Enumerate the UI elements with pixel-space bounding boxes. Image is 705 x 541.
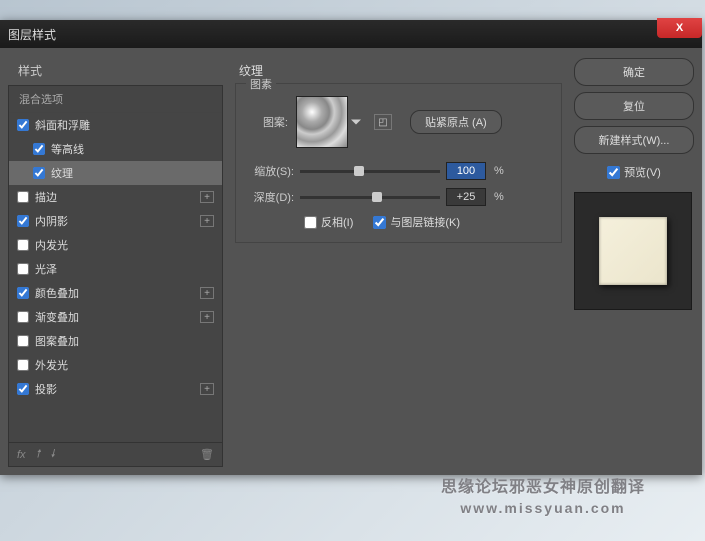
style-item-5[interactable]: 内发光 — [9, 233, 222, 257]
depth-slider[interactable] — [300, 196, 440, 199]
style-item-1[interactable]: 等高线 — [9, 137, 222, 161]
style-item-0[interactable]: 斜面和浮雕 — [9, 113, 222, 137]
snap-origin-button[interactable]: 贴紧原点 (A) — [410, 110, 502, 134]
add-effect-icon[interactable]: + — [200, 287, 214, 299]
style-item-7[interactable]: 颜色叠加 + — [9, 281, 222, 305]
style-label: 纹理 — [51, 165, 73, 181]
style-checkbox[interactable] — [17, 215, 29, 227]
depth-unit: % — [494, 191, 504, 203]
fx-icon[interactable]: fx — [17, 449, 26, 461]
style-item-3[interactable]: 描边 + — [9, 185, 222, 209]
elements-fieldset: 图素 图案: ◰ 贴紧原点 (A) 缩放(S): % 深度(D): — [235, 83, 562, 243]
invert-checkbox[interactable]: 反相(I) — [304, 214, 353, 230]
link-layer-checkbox[interactable]: 与图层链接(K) — [373, 214, 460, 230]
style-label: 光泽 — [35, 261, 57, 277]
style-label: 外发光 — [35, 357, 68, 373]
dialog-content: 样式 混合选项 斜面和浮雕等高线纹理描边+内阴影+内发光光泽颜色叠加+渐变叠加+… — [0, 48, 702, 475]
watermark: 思缘论坛邪恶女神原创翻译 www.missyuan.com — [441, 477, 645, 519]
style-checkbox[interactable] — [17, 263, 29, 275]
trash-icon[interactable]: 🗑 — [200, 448, 214, 461]
style-checkbox[interactable] — [17, 191, 29, 203]
depth-row: 深度(D): % — [246, 188, 551, 206]
preview-box — [574, 192, 692, 310]
depth-input[interactable] — [446, 188, 486, 206]
pattern-row: 图案: ◰ 贴紧原点 (A) — [246, 96, 551, 148]
style-label: 投影 — [35, 381, 57, 397]
style-label: 图案叠加 — [35, 333, 79, 349]
style-checkbox[interactable] — [17, 287, 29, 299]
style-item-9[interactable]: 图案叠加 — [9, 329, 222, 353]
style-checkbox[interactable] — [17, 119, 29, 131]
titlebar: 图层样式 X — [0, 20, 702, 48]
style-item-11[interactable]: 投影 + — [9, 377, 222, 401]
new-style-button[interactable]: 新建样式(W)... — [574, 126, 694, 154]
add-effect-icon[interactable]: + — [200, 215, 214, 227]
fieldset-label: 图素 — [246, 76, 276, 92]
panel-title: 纹理 — [235, 60, 562, 81]
style-label: 渐变叠加 — [35, 309, 79, 325]
style-label: 颜色叠加 — [35, 285, 79, 301]
style-item-4[interactable]: 内阴影 + — [9, 209, 222, 233]
arrow-down-icon[interactable]: 🠗 — [50, 445, 55, 464]
style-item-2[interactable]: 纹理 — [9, 161, 222, 185]
style-checkbox[interactable] — [33, 167, 45, 179]
layer-style-dialog: 图层样式 X 样式 混合选项 斜面和浮雕等高线纹理描边+内阴影+内发光光泽颜色叠… — [0, 20, 702, 475]
style-label: 等高线 — [51, 141, 84, 157]
scale-label: 缩放(S): — [246, 163, 294, 179]
options-row: 反相(I) 与图层链接(K) — [246, 214, 551, 230]
style-label: 内阴影 — [35, 213, 68, 229]
style-checkbox[interactable] — [33, 143, 45, 155]
pattern-picker[interactable] — [296, 96, 348, 148]
style-label: 斜面和浮雕 — [35, 117, 90, 133]
style-checkbox[interactable] — [17, 335, 29, 347]
styles-header: 样式 — [8, 56, 223, 85]
scale-slider[interactable] — [300, 170, 440, 173]
add-effect-icon[interactable]: + — [200, 311, 214, 323]
action-panel: 确定 复位 新建样式(W)... 预览(V) — [574, 56, 694, 467]
styles-panel: 样式 混合选项 斜面和浮雕等高线纹理描边 + 内阴影 + 内发光光泽颜色叠加 + 渐变叠加 +… — [8, 56, 223, 467]
pattern-label: 图案: — [246, 114, 288, 130]
styles-footer: fx 🠕 🠗 🗑 — [8, 443, 223, 467]
ok-button[interactable]: 确定 — [574, 58, 694, 86]
close-button[interactable]: X — [657, 18, 702, 38]
scale-unit: % — [494, 165, 504, 177]
window-title: 图层样式 — [8, 26, 56, 43]
style-checkbox[interactable] — [17, 311, 29, 323]
style-item-8[interactable]: 渐变叠加 + — [9, 305, 222, 329]
preview-swatch — [599, 217, 667, 285]
add-effect-icon[interactable]: + — [200, 191, 214, 203]
style-checkbox[interactable] — [17, 359, 29, 371]
scale-row: 缩放(S): % — [246, 162, 551, 180]
cancel-button[interactable]: 复位 — [574, 92, 694, 120]
arrow-up-icon[interactable]: 🠕 — [36, 445, 41, 464]
preview-checkbox[interactable]: 预览(V) — [574, 164, 694, 180]
blend-options-header[interactable]: 混合选项 — [9, 86, 222, 113]
depth-label: 深度(D): — [246, 189, 294, 205]
style-label: 描边 — [35, 189, 57, 205]
add-effect-icon[interactable]: + — [200, 383, 214, 395]
style-item-10[interactable]: 外发光 — [9, 353, 222, 377]
style-checkbox[interactable] — [17, 239, 29, 251]
style-list: 混合选项 斜面和浮雕等高线纹理描边 + 内阴影 + 内发光光泽颜色叠加 + 渐变叠加 + 图案叠… — [8, 85, 223, 443]
style-item-6[interactable]: 光泽 — [9, 257, 222, 281]
settings-panel: 纹理 图素 图案: ◰ 贴紧原点 (A) 缩放(S): % — [231, 56, 566, 467]
new-preset-icon[interactable]: ◰ — [374, 114, 392, 130]
style-checkbox[interactable] — [17, 383, 29, 395]
style-label: 内发光 — [35, 237, 68, 253]
scale-input[interactable] — [446, 162, 486, 180]
